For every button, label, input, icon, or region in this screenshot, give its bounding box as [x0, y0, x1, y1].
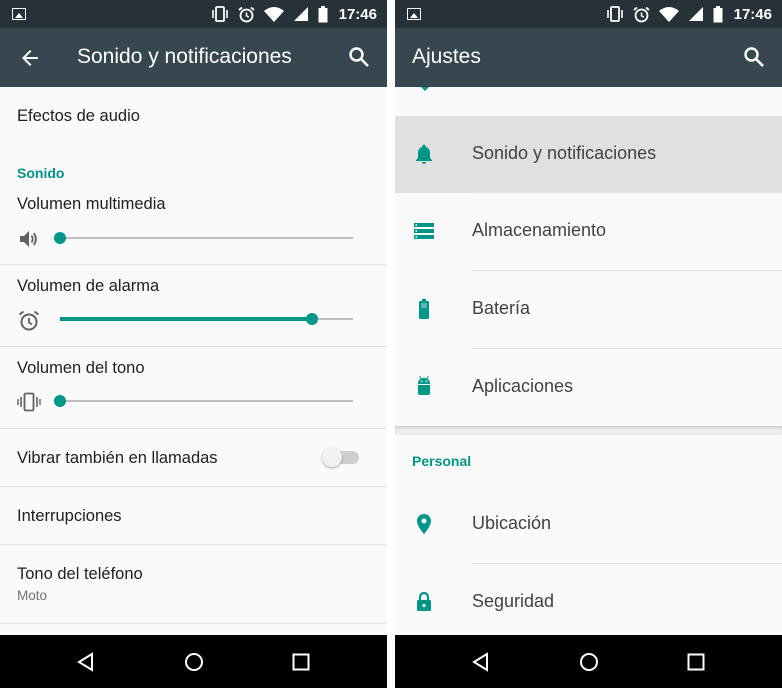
wifi-icon — [658, 7, 679, 22]
vibrate-icon — [17, 392, 41, 412]
no-sim-icon — [293, 7, 308, 21]
alarm-volume-slider[interactable] — [60, 310, 353, 328]
settings-item-location[interactable]: Ubicación — [395, 486, 782, 563]
settings-item-battery[interactable]: Batería — [395, 271, 782, 348]
status-bar: 17:46 — [395, 0, 782, 28]
settings-item-label: Seguridad — [472, 591, 555, 611]
interruptions-item[interactable]: Interrupciones — [0, 487, 387, 544]
status-icons: 17:46 — [606, 4, 772, 24]
android-icon — [418, 375, 430, 395]
vibrate-calls-toggle[interactable] — [322, 447, 360, 467]
settings-item-storage[interactable]: Almacenamiento — [395, 193, 782, 270]
settings-item-label: Sonido y notificaciones — [472, 143, 657, 163]
alarm-icon — [633, 6, 650, 22]
ringtone-label: Tono del teléfono — [17, 565, 143, 583]
media-volume-slider[interactable] — [54, 229, 353, 247]
settings-list: Sonido y notificaciones Almacenamiento B… — [395, 87, 782, 635]
navigation-bar — [395, 635, 782, 688]
section-header-personal: Personal — [412, 453, 472, 469]
settings-screen: 17:46 Ajustes Sonido y notificaciones Al… — [395, 0, 782, 688]
volume-icon — [20, 231, 37, 247]
section-header-sound: Sonido — [17, 165, 65, 181]
home-circle-icon[interactable] — [578, 651, 600, 673]
status-icons: 17:46 — [211, 4, 377, 24]
back-triangle-icon[interactable] — [75, 651, 97, 673]
search-icon[interactable] — [742, 45, 766, 69]
storage-icon — [414, 223, 434, 239]
ringtone-item[interactable]: Tono del teléfono Moto — [0, 545, 387, 623]
recents-square-icon[interactable] — [290, 651, 312, 673]
settings-item-apps[interactable]: Aplicaciones — [395, 349, 782, 426]
battery-icon — [713, 5, 723, 22]
media-volume-item: Volumen multimedia — [0, 185, 387, 264]
interruptions-label: Interrupciones — [17, 507, 122, 525]
navigation-bar — [0, 635, 387, 688]
sound-settings-screen: 17:46 Sonido y notificaciones Efectos de… — [0, 0, 387, 688]
battery-icon — [318, 5, 328, 22]
location-icon — [417, 514, 431, 534]
settings-list: Efectos de audio Sonido Volumen multimed… — [0, 87, 387, 635]
back-triangle-icon[interactable] — [470, 651, 492, 673]
recents-square-icon[interactable] — [685, 651, 707, 673]
wifi-icon — [263, 7, 284, 22]
ring-volume-label: Volumen del tono — [17, 359, 145, 377]
ring-volume-thumb[interactable] — [54, 395, 66, 407]
settings-item-security[interactable]: Seguridad — [395, 564, 782, 635]
lock-icon — [417, 591, 431, 611]
status-time: 17:46 — [338, 5, 377, 23]
vibrate-icon — [211, 6, 228, 22]
page-title: Sonido y notificaciones — [77, 45, 292, 68]
status-time: 17:46 — [733, 5, 772, 23]
alarm-icon — [238, 6, 255, 22]
vibrate-icon — [606, 6, 623, 22]
alarm-icon — [18, 310, 40, 331]
arrow-back-icon[interactable] — [18, 46, 42, 70]
battery-icon — [419, 299, 429, 319]
search-icon[interactable] — [347, 45, 371, 69]
image-notification-icon — [407, 8, 421, 20]
ring-volume-item: Volumen del tono — [0, 347, 387, 428]
alarm-volume-label: Volumen de alarma — [17, 277, 160, 295]
alarm-volume-item: Volumen de alarma — [0, 265, 387, 346]
image-notification-icon — [12, 8, 26, 20]
no-sim-icon — [688, 7, 703, 21]
vibrate-calls-item[interactable]: Vibrar también en llamadas — [0, 429, 387, 486]
ring-volume-slider[interactable] — [54, 392, 353, 410]
alarm-volume-thumb[interactable] — [305, 313, 318, 325]
page-title: Ajustes — [412, 45, 481, 68]
app-bar: Ajustes — [395, 28, 782, 87]
home-circle-icon[interactable] — [183, 651, 205, 673]
audio-effects-item[interactable]: Efectos de audio — [0, 87, 387, 142]
ringtone-value: Moto — [17, 588, 48, 603]
status-bar: 17:46 — [0, 0, 387, 28]
settings-item-label: Almacenamiento — [472, 220, 607, 240]
media-volume-label: Volumen multimedia — [17, 195, 166, 213]
app-bar: Sonido y notificaciones — [0, 28, 387, 87]
media-volume-thumb[interactable] — [54, 232, 66, 244]
settings-item-label: Ubicación — [472, 513, 552, 533]
settings-item-sound[interactable]: Sonido y notificaciones — [395, 116, 782, 193]
vibrate-calls-label: Vibrar también en llamadas — [17, 449, 218, 467]
settings-item-label: Aplicaciones — [472, 376, 574, 396]
collapsed-item-icon — [421, 87, 429, 91]
section-separator — [395, 426, 782, 435]
bell-icon — [416, 144, 432, 164]
settings-item-label: Batería — [472, 298, 531, 318]
divider — [0, 623, 387, 624]
audio-effects-label: Efectos de audio — [17, 107, 140, 125]
